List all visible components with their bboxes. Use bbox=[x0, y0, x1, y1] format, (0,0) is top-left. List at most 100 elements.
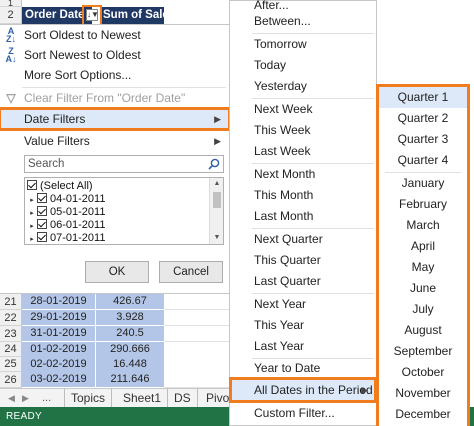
menu-item-this-year[interactable]: This Year bbox=[230, 315, 376, 336]
row-header-24[interactable]: 24 bbox=[0, 342, 22, 357]
menu-item-june[interactable]: June bbox=[379, 278, 467, 299]
menu-item-next-quarter[interactable]: Next Quarter bbox=[230, 229, 376, 250]
more-sort-options[interactable]: More Sort Options... bbox=[0, 65, 229, 85]
menu-item-quarter-2[interactable]: Quarter 2 bbox=[379, 108, 467, 129]
order-date-cell[interactable]: 02-02-2019 bbox=[22, 357, 96, 373]
menu-item-next-month[interactable]: Next Month bbox=[230, 164, 376, 185]
scrollbar-thumb[interactable] bbox=[213, 192, 221, 208]
menu-item-last-month[interactable]: Last Month bbox=[230, 206, 376, 227]
more-sheets-icon[interactable]: ... bbox=[42, 389, 51, 407]
sales-cell[interactable]: 3.928 bbox=[96, 310, 164, 326]
order-date-cell[interactable]: 29-01-2019 bbox=[22, 310, 96, 326]
menu-item-this-week[interactable]: This Week bbox=[230, 120, 376, 141]
menu-item-september[interactable]: September bbox=[379, 341, 467, 362]
menu-item-quarter-4[interactable]: Quarter 4 bbox=[379, 150, 467, 171]
row-header-25[interactable]: 25 bbox=[0, 357, 22, 372]
filter-search-box bbox=[24, 155, 224, 173]
select-all-item[interactable]: (Select All) bbox=[27, 180, 93, 193]
empty-cell[interactable] bbox=[164, 342, 230, 358]
menu-item-between[interactable]: Between... bbox=[230, 11, 376, 32]
empty-cell[interactable] bbox=[164, 372, 230, 388]
tab-scroll-right-icon[interactable]: ▶ bbox=[22, 389, 29, 407]
menu-item-march[interactable]: March bbox=[379, 215, 467, 236]
menu-item-may[interactable]: May bbox=[379, 257, 467, 278]
sum-of-sales-header[interactable]: Sum of Sales bbox=[100, 7, 164, 24]
empty-cell[interactable] bbox=[164, 326, 230, 342]
row-header-26[interactable]: 26 bbox=[0, 372, 22, 388]
row-header-22[interactable]: 22 bbox=[0, 310, 22, 326]
menu-item-year-to-date[interactable]: Year to Date bbox=[230, 358, 376, 379]
filter-button-highlight bbox=[82, 5, 102, 26]
expand-icon[interactable]: ▸ bbox=[27, 233, 37, 244]
checkbox-checked[interactable] bbox=[37, 232, 47, 242]
menu-item-october[interactable]: October bbox=[379, 362, 467, 383]
value-filters-menu-item[interactable]: Value Filters ▶ bbox=[0, 131, 229, 151]
menu-item-all-dates-in-period[interactable]: All Dates in the Period ▶ bbox=[229, 377, 377, 403]
checkbox-checked[interactable] bbox=[37, 219, 47, 229]
menu-item-quarter-3[interactable]: Quarter 3 bbox=[379, 129, 467, 150]
menu-item-january[interactable]: January bbox=[379, 173, 467, 194]
sort-oldest-to-newest[interactable]: A Z↓ Sort Oldest to Newest bbox=[0, 25, 229, 45]
sheet-tab-bar: ◀ ▶ ... Topics Sheet1 DS Pivo bbox=[0, 388, 232, 408]
order-date-cell[interactable]: 03-02-2019 bbox=[22, 372, 96, 388]
menu-item-today[interactable]: Today bbox=[230, 55, 376, 76]
tab-ds[interactable]: DS bbox=[168, 389, 198, 408]
menu-item-tomorrow[interactable]: Tomorrow bbox=[230, 34, 376, 55]
sales-cell[interactable]: 16.448 bbox=[96, 357, 164, 373]
row-header-2[interactable]: 2 bbox=[0, 7, 22, 24]
scroll-up-icon[interactable]: ▲ bbox=[210, 178, 223, 190]
checkbox-checked[interactable] bbox=[27, 180, 37, 190]
scroll-down-icon[interactable]: ▼ bbox=[210, 232, 223, 244]
menu-item-november[interactable]: November bbox=[379, 383, 467, 404]
empty-cell[interactable] bbox=[164, 294, 230, 310]
menu-item-february[interactable]: February bbox=[379, 194, 467, 215]
filter-value-tree: (Select All) ▸ 04-01-2011 ▸ 05-01-2011 ▸ 06… bbox=[24, 177, 224, 245]
cancel-button[interactable]: Cancel bbox=[159, 261, 223, 283]
menu-item-next-year[interactable]: Next Year bbox=[230, 294, 376, 315]
checkbox-checked[interactable] bbox=[37, 206, 47, 216]
tree-item-date[interactable]: ▸ 05-01-2011 bbox=[27, 206, 105, 219]
menu-item-august[interactable]: August bbox=[379, 320, 467, 341]
menu-item-quarter-1[interactable]: Quarter 1 bbox=[379, 87, 467, 108]
row-header-1[interactable]: 1 bbox=[0, 0, 22, 8]
menu-item-last-year[interactable]: Last Year bbox=[230, 336, 376, 357]
menu-item-custom-filter[interactable]: Custom Filter... bbox=[230, 403, 376, 424]
menu-item-last-week[interactable]: Last Week bbox=[230, 141, 376, 162]
tree-item-label: (Select All) bbox=[40, 180, 93, 192]
menu-item-last-quarter[interactable]: Last Quarter bbox=[230, 271, 376, 292]
sales-cell[interactable]: 290.666 bbox=[96, 342, 164, 358]
submenu-arrow-icon: ▶ bbox=[214, 136, 221, 146]
order-date-cell[interactable]: 01-02-2019 bbox=[22, 342, 96, 358]
tree-item-date[interactable]: ▸ 06-01-2011 bbox=[27, 219, 105, 232]
sales-cell[interactable]: 426.67 bbox=[96, 294, 164, 310]
ok-button[interactable]: OK bbox=[85, 261, 149, 283]
checkbox-checked[interactable] bbox=[37, 193, 47, 203]
date-filters-menu-item[interactable]: Date Filters ▶ bbox=[0, 107, 231, 131]
menu-item-july[interactable]: July bbox=[379, 299, 467, 320]
menu-item-this-month[interactable]: This Month bbox=[230, 185, 376, 206]
sort-descending-icon: Z A↓ bbox=[5, 46, 17, 64]
order-date-cell[interactable]: 31-01-2019 bbox=[22, 326, 96, 342]
tree-scrollbar[interactable]: ▲ ▼ bbox=[209, 178, 223, 244]
tree-item-date[interactable]: ▸ 07-01-2011 bbox=[27, 232, 105, 244]
tab-scroll-left-icon[interactable]: ◀ bbox=[8, 389, 15, 407]
table-row: 01-02-2019 290.666 bbox=[22, 342, 164, 358]
menu-item-april[interactable]: April bbox=[379, 236, 467, 257]
row-header-21[interactable]: 21 bbox=[0, 294, 22, 310]
sales-cell[interactable]: 211.646 bbox=[96, 372, 164, 388]
menu-item-this-quarter[interactable]: This Quarter bbox=[230, 250, 376, 271]
menu-item-next-week[interactable]: Next Week bbox=[230, 99, 376, 120]
sort-newest-to-oldest[interactable]: Z A↓ Sort Newest to Oldest bbox=[0, 45, 229, 65]
row-header-23[interactable]: 23 bbox=[0, 326, 22, 342]
tab-topics[interactable]: Topics bbox=[64, 389, 113, 408]
sales-cell[interactable]: 240.5 bbox=[96, 326, 164, 342]
tab-sheet1[interactable]: Sheet1 bbox=[117, 389, 169, 408]
empty-cell[interactable] bbox=[164, 310, 230, 326]
filter-search-input[interactable] bbox=[25, 156, 205, 172]
menu-item-december[interactable]: December bbox=[379, 404, 467, 425]
empty-cell[interactable] bbox=[164, 357, 230, 373]
clear-filter[interactable]: ▽ Clear Filter From "Order Date" bbox=[0, 88, 229, 108]
menu-item-yesterday[interactable]: Yesterday bbox=[230, 76, 376, 97]
tree-item-date[interactable]: ▸ 04-01-2011 bbox=[27, 193, 105, 206]
order-date-cell[interactable]: 28-01-2019 bbox=[22, 294, 96, 310]
